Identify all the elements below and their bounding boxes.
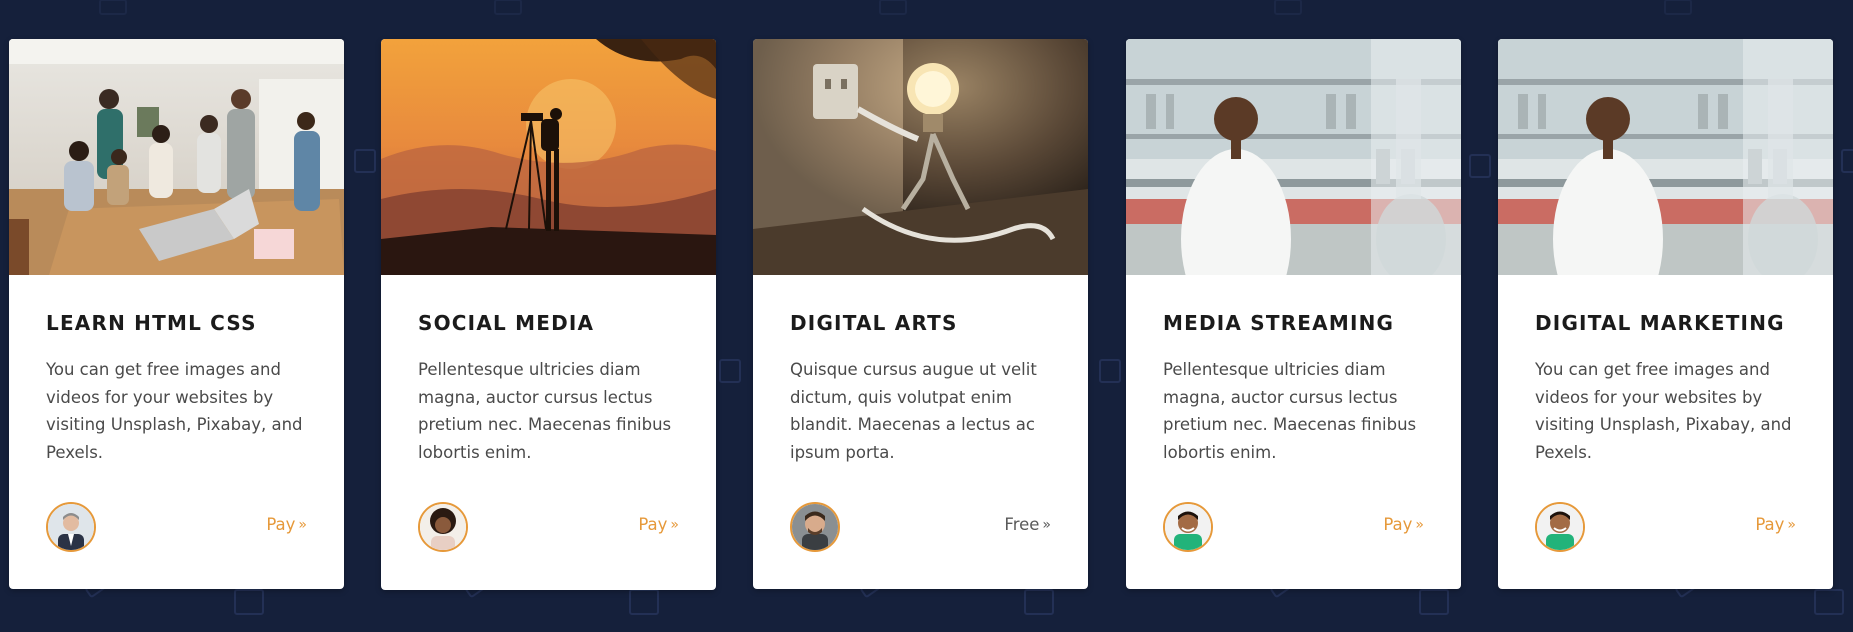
card-title: DIGITAL ARTS — [790, 311, 958, 335]
author-avatar[interactable] — [1163, 502, 1213, 552]
card-footer: Pay» — [1163, 502, 1424, 552]
card-footer: Pay» — [46, 502, 307, 552]
author-avatar[interactable] — [790, 502, 840, 552]
card-description: You can get free images and videos for y… — [1535, 360, 1792, 462]
author-avatar[interactable] — [1535, 502, 1585, 552]
price-label: Pay — [1383, 515, 1413, 534]
card-description: Pellentesque ultricies diam magna, aucto… — [418, 360, 672, 462]
author-avatar[interactable] — [46, 502, 96, 552]
course-thumbnail — [1498, 39, 1833, 275]
double-chevron-right-icon: » — [670, 517, 679, 533]
double-chevron-right-icon: » — [1042, 517, 1051, 533]
double-chevron-right-icon: » — [298, 517, 307, 533]
course-cards: LEARN HTML CSS You can get free images a… — [9, 39, 1845, 591]
card-footer: Pay» — [1535, 502, 1796, 552]
card-description: You can get free images and videos for y… — [46, 360, 303, 462]
course-card[interactable]: SOCIAL MEDIA Pellentesque ultricies diam… — [381, 39, 716, 590]
price-label: Pay — [266, 515, 296, 534]
pay-link[interactable]: Pay» — [1755, 513, 1796, 538]
card-footer: Pay» — [418, 502, 679, 552]
course-card[interactable]: DIGITAL ARTS Quisque cursus augue ut vel… — [753, 39, 1088, 589]
price-label: Pay — [1755, 515, 1785, 534]
card-description: Quisque cursus augue ut velit dictum, qu… — [790, 360, 1037, 462]
card-footer: Free» — [790, 502, 1051, 552]
pay-link[interactable]: Pay» — [1383, 513, 1424, 538]
double-chevron-right-icon: » — [1415, 517, 1424, 533]
course-thumbnail — [1126, 39, 1461, 275]
card-description: Pellentesque ultricies diam magna, aucto… — [1163, 360, 1417, 462]
card-title: DIGITAL MARKETING — [1535, 311, 1785, 335]
price-label: Free — [1004, 515, 1040, 534]
course-thumbnail — [9, 39, 344, 275]
course-thumbnail — [381, 39, 716, 275]
double-chevron-right-icon: » — [1787, 517, 1796, 533]
course-card[interactable]: MEDIA STREAMING Pellentesque ultricies d… — [1126, 39, 1461, 589]
price-label: Pay — [638, 515, 668, 534]
pay-link[interactable]: Pay» — [266, 513, 307, 538]
card-title: MEDIA STREAMING — [1163, 311, 1395, 335]
course-card[interactable]: DIGITAL MARKETING You can get free image… — [1498, 39, 1833, 589]
card-title: SOCIAL MEDIA — [418, 311, 595, 335]
author-avatar[interactable] — [418, 502, 468, 552]
course-thumbnail — [753, 39, 1088, 275]
course-card[interactable]: LEARN HTML CSS You can get free images a… — [9, 39, 344, 589]
card-title: LEARN HTML CSS — [46, 311, 257, 335]
free-link[interactable]: Free» — [1004, 513, 1051, 538]
pay-link[interactable]: Pay» — [638, 513, 679, 538]
